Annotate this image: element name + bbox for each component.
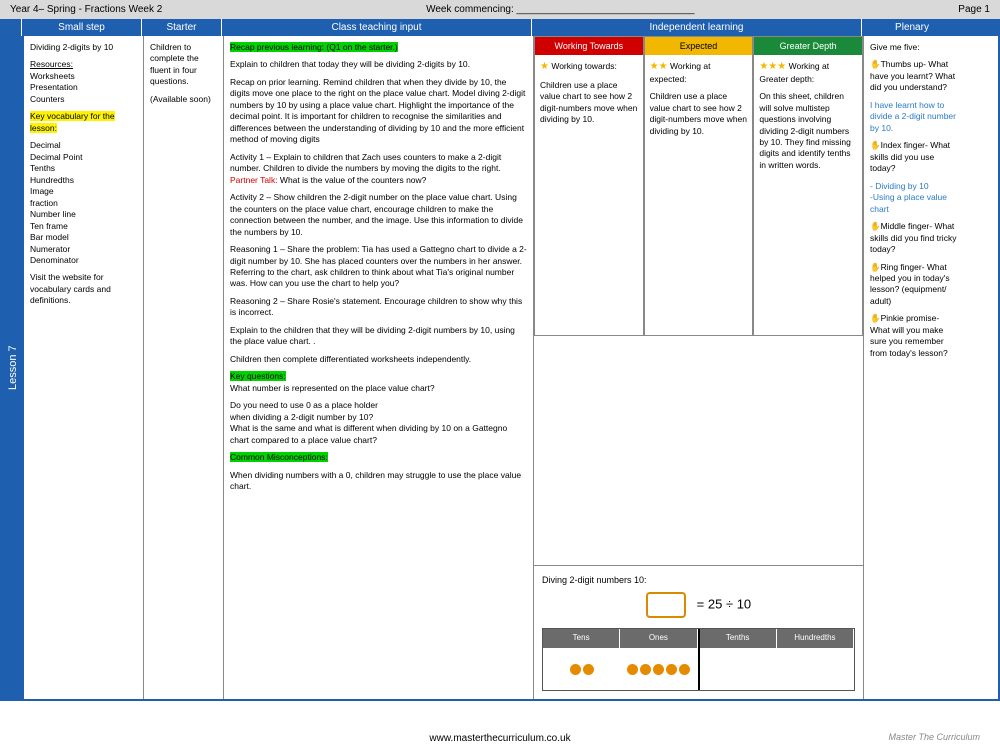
header-starter: Starter <box>142 19 222 36</box>
plenary-index: ✋Index finger- What skills did you use t… <box>870 140 958 174</box>
teach-p5: Reasoning 1 – Share the problem: Tia has… <box>230 244 527 290</box>
equation: = 25 ÷ 10 <box>697 597 751 612</box>
answer-box <box>646 592 686 618</box>
teach-p2: Recap on prior learning. Remind children… <box>230 77 527 146</box>
gd-body: On this sheet, children will solve multi… <box>759 91 857 171</box>
teach-p6: Reasoning 2 – Share Rosie's statement. E… <box>230 296 527 319</box>
pv-tens: Tens <box>543 629 620 648</box>
star-icon: ★★★ <box>759 61 786 72</box>
teach-p7: Explain to the children that they will b… <box>230 325 527 348</box>
plenary-thumb: ✋Thumbs up- What have you learnt? What d… <box>870 59 958 93</box>
header-teaching: Class teaching input <box>222 19 532 36</box>
vocab-label: Key vocabulary for the lesson: <box>30 111 115 132</box>
cm-hl: Common Misconceptions: <box>230 452 328 462</box>
teach-p4: Activity 2 – Show children the 2-digit n… <box>230 192 527 238</box>
visit-note: Visit the website for vocabulary cards a… <box>30 272 137 306</box>
teach-p8: Children then complete differentiated wo… <box>230 354 527 365</box>
resources-list: Worksheets Presentation Counters <box>30 71 78 104</box>
teaching-cell: Recap previous learning: (Q1 on the star… <box>224 36 534 699</box>
header-plenary: Plenary <box>862 19 962 36</box>
page-number: Page 1 <box>958 4 990 15</box>
kq1: What number is represented on the place … <box>230 383 435 393</box>
kq2: Do you need to use 0 as a place holder w… <box>230 400 527 446</box>
plenary-intro: Give me five: <box>870 42 958 53</box>
pv-tenths: Tenths <box>700 629 777 648</box>
week-commencing: Week commencing: _______________________… <box>426 4 694 15</box>
plenary-cell: Give me five: ✋Thumbs up- What have you … <box>864 36 964 699</box>
diagram-box: Diving 2-digit numbers 10: = 25 ÷ 10 Ten… <box>534 565 863 699</box>
teach-p1: Explain to children that today they will… <box>230 59 527 70</box>
kq-hl: Key questions: <box>230 371 286 381</box>
wt-body: Children use a place value chart to see … <box>540 80 638 126</box>
diff-row: Working Towards ★ Working towards: Child… <box>534 36 863 336</box>
diagram-title: Diving 2-digit numbers 10: <box>542 574 855 586</box>
logo-text: Master The Curriculum <box>888 732 980 742</box>
recap-hl: Recap previous learning: (Q1 on the star… <box>230 42 398 52</box>
teach-p3c: What is the value of the counters now? <box>278 175 427 185</box>
ex-body: Children use a place value chart to see … <box>650 91 748 137</box>
wt-head: Working Towards <box>535 37 643 55</box>
main-grid: Lesson 7 Dividing 2-digits by 10 Resourc… <box>0 36 1000 701</box>
header-independent: Independent learning <box>532 19 862 36</box>
starter-p2: (Available soon) <box>150 94 217 105</box>
plenary-middle: ✋Middle finger- What skills did you find… <box>870 221 958 255</box>
resources-label: Resources: <box>30 59 73 69</box>
smallstep-title: Dividing 2-digits by 10 <box>30 42 137 53</box>
top-bar: Year 4– Spring - Fractions Week 2 Week c… <box>0 0 1000 19</box>
gd-head: Greater Depth <box>754 37 862 55</box>
independent-cell: Working Towards ★ Working towards: Child… <box>534 36 864 699</box>
header-smallstep: Small step <box>22 19 142 36</box>
teach-p3a: Activity 1 – Explain to children that Za… <box>230 152 501 173</box>
plenary-ring: ✋Ring finger- What helped you in today's… <box>870 262 958 308</box>
doc-title: Year 4– Spring - Fractions Week 2 <box>10 4 162 15</box>
cm1: When dividing numbers with a 0, children… <box>230 470 527 493</box>
ex-head: Expected <box>645 37 753 55</box>
column-headers: Small step Starter Class teaching input … <box>0 19 1000 36</box>
pv-ones: Ones <box>620 629 697 648</box>
wt-label: Working towards: <box>549 61 617 71</box>
smallstep-cell: Dividing 2-digits by 10 Resources: Worksh… <box>24 36 144 699</box>
vocab-list: Decimal Decimal Point Tenths Hundredths … <box>30 140 137 266</box>
lesson-tab: Lesson 7 <box>2 36 24 699</box>
starter-p1: Children to complete the fluent in four … <box>150 42 217 88</box>
plenary-index-ans: - Dividing by 10 -Using a place value ch… <box>870 181 958 215</box>
plenary-thumb-ans: I have learnt how to divide a 2-digit nu… <box>870 100 958 134</box>
starter-cell: Children to complete the fluent in four … <box>144 36 224 699</box>
star-icon: ★★ <box>650 61 668 72</box>
pv-table: Tens Ones Tenths Hundredths <box>542 628 855 691</box>
star-icon: ★ <box>540 61 549 72</box>
partner-talk: Partner Talk: <box>230 175 278 185</box>
plenary-pinkie: ✋Pinkie promise- What will you make sure… <box>870 313 958 359</box>
footer-url: www.masterthecurriculum.co.uk <box>0 733 1000 744</box>
pv-hundredths: Hundredths <box>777 629 854 648</box>
